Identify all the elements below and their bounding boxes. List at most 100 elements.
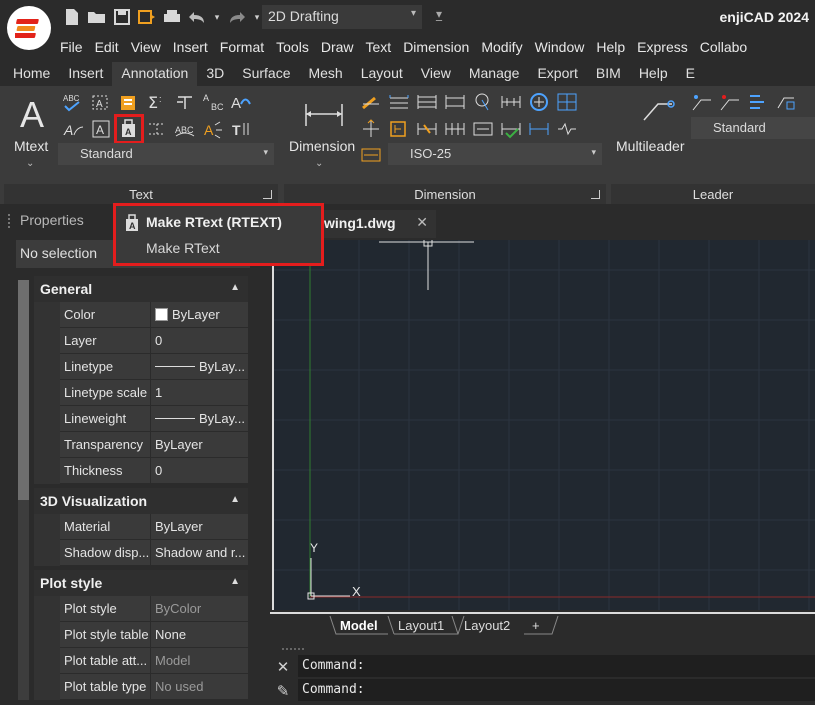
add-layout-button[interactable]: + [526,616,546,636]
property-row-transparency[interactable]: Transparency ByLayer [60,432,248,458]
open-folder-icon[interactable] [87,7,107,27]
mtext-dropdown-icon[interactable]: ⌄ [26,158,34,169]
redo-dropdown-icon[interactable]: ▾ [252,7,262,27]
property-row-plot-table-attached[interactable]: Plot table att... Model [60,648,248,674]
redo-icon[interactable] [227,7,247,27]
dim-center-icon[interactable] [528,91,550,113]
dim-oblique-icon[interactable] [556,118,578,140]
property-value[interactable]: ByLay... [151,406,248,432]
menu-edit[interactable]: Edit [89,37,125,59]
dim-continue-icon[interactable] [444,91,466,113]
new-file-icon[interactable] [62,7,82,27]
tab-insert[interactable]: Insert [59,62,112,86]
property-value[interactable]: ByLayer [151,302,248,328]
menu-tools[interactable]: Tools [270,37,315,59]
property-row-material[interactable]: Material ByLayer [60,514,248,540]
spell-check-icon[interactable]: ABC [62,91,84,113]
command-input[interactable]: Command: [298,679,815,701]
property-row-lineweight[interactable]: Lineweight ByLay... [60,406,248,432]
text-style-select[interactable]: Standard ▾ [58,143,274,165]
property-value[interactable]: ByLayer [151,432,248,458]
tab-bim[interactable]: BIM [587,62,630,86]
close-icon[interactable]: ✕ [416,214,428,231]
tab-mesh[interactable]: Mesh [299,62,351,86]
menu-insert[interactable]: Insert [167,37,214,59]
dim-jog-icon[interactable] [444,118,466,140]
property-row-shadow-display[interactable]: Shadow disp... Shadow and r... [60,540,248,566]
menu-dimension[interactable]: Dimension [397,37,475,59]
dim-tolerance-icon[interactable] [388,118,410,140]
property-row-linetype[interactable]: Linetype ByLay... [60,354,248,380]
collapse-arrow-icon[interactable]: ▲ [230,576,240,587]
property-value[interactable]: 0 [151,458,248,484]
menu-text[interactable]: Text [360,37,398,59]
property-value[interactable]: 0 [151,328,248,354]
property-value[interactable]: No used [151,674,248,700]
property-row-plot-style-table[interactable]: Plot style table None [60,622,248,648]
dimension-style-select[interactable]: ISO-25 ▾ [388,143,602,165]
save-icon[interactable] [112,7,132,27]
field-icon[interactable]: Σ: [146,91,168,113]
add-leader-icon[interactable] [691,91,713,113]
tab-help[interactable]: Help [630,62,677,86]
property-value[interactable]: Model [151,648,248,674]
print-icon[interactable] [162,7,182,27]
undo-icon[interactable] [187,7,207,27]
tab-layout[interactable]: Layout [352,62,412,86]
undo-dropdown-icon[interactable]: ▾ [212,7,222,27]
menu-file[interactable]: File [54,37,89,59]
dim-style-icon[interactable] [360,144,382,166]
tab-view[interactable]: View [412,62,460,86]
tab-home[interactable]: Home [4,62,59,86]
mtext-label[interactable]: Mtext [14,138,48,154]
dim-inspect-icon[interactable] [472,118,494,140]
dim-grid-icon[interactable] [556,91,578,113]
text-panel-launcher-icon[interactable] [263,190,272,199]
leader-style-select[interactable]: Standard [691,117,815,139]
text-mask-icon[interactable] [146,118,168,140]
property-value[interactable]: None [151,622,248,648]
collapse-arrow-icon[interactable]: ▲ [230,282,240,293]
tab-manage[interactable]: Manage [460,62,529,86]
justify-text-icon[interactable] [174,91,196,113]
menu-format[interactable]: Format [214,37,270,59]
arc-text-icon[interactable]: ABC [174,118,196,140]
property-value[interactable]: ByLay... [151,354,248,380]
tab-export[interactable]: Export [528,62,586,86]
property-row-linetype-scale[interactable]: Linetype scale 1 [60,380,248,406]
text-fit-icon[interactable]: T [230,118,252,140]
align-leaders-icon[interactable] [747,91,769,113]
document-tab[interactable]: wing1.dwg ✕ [314,210,436,238]
property-row-plot-table-type[interactable]: Plot table type No used [60,674,248,700]
dimension-panel-launcher-icon[interactable] [591,190,600,199]
explode-text-icon[interactable]: A [202,118,224,140]
tab-more[interactable]: E [677,62,704,86]
workspace-select[interactable]: 2D Drafting ▾ [262,5,422,29]
dim-baseline-icon[interactable] [416,91,438,113]
dim-break-icon[interactable] [416,118,438,140]
property-row-plot-style[interactable]: Plot style ByColor [60,596,248,622]
arc-aligned-text-icon[interactable]: A [62,118,84,140]
property-value[interactable]: Shadow and r... [151,540,248,566]
menu-collaborate[interactable]: Collabo [694,37,753,59]
tab-3d[interactable]: 3D [197,62,233,86]
dim-aligned-icon[interactable] [388,91,410,113]
tab-annotation[interactable]: Annotation [112,62,198,86]
property-row-layer[interactable]: Layer 0 [60,328,248,354]
find-text-icon[interactable]: A [90,91,112,113]
multileader-icon[interactable] [641,94,675,124]
multileader-label[interactable]: Multileader [616,138,684,154]
dim-radius-icon[interactable] [472,91,494,113]
customize-toolbar-icon[interactable]: ▾̲ [436,7,442,21]
dim-linear-icon[interactable] [360,91,382,113]
dim-update-icon[interactable] [528,118,550,140]
save-as-icon[interactable] [137,7,157,27]
text-to-mtext-icon[interactable]: A [230,91,252,113]
tab-model[interactable]: Model [334,616,384,636]
dim-reassociate-icon[interactable] [500,118,522,140]
remove-leader-icon[interactable] [719,91,741,113]
drawing-canvas[interactable]: Y X [272,240,815,610]
menu-view[interactable]: View [125,37,167,59]
property-row-thickness[interactable]: Thickness 0 [60,458,248,484]
section-3d-visualization[interactable]: 3D Visualization ▲ [34,488,248,514]
